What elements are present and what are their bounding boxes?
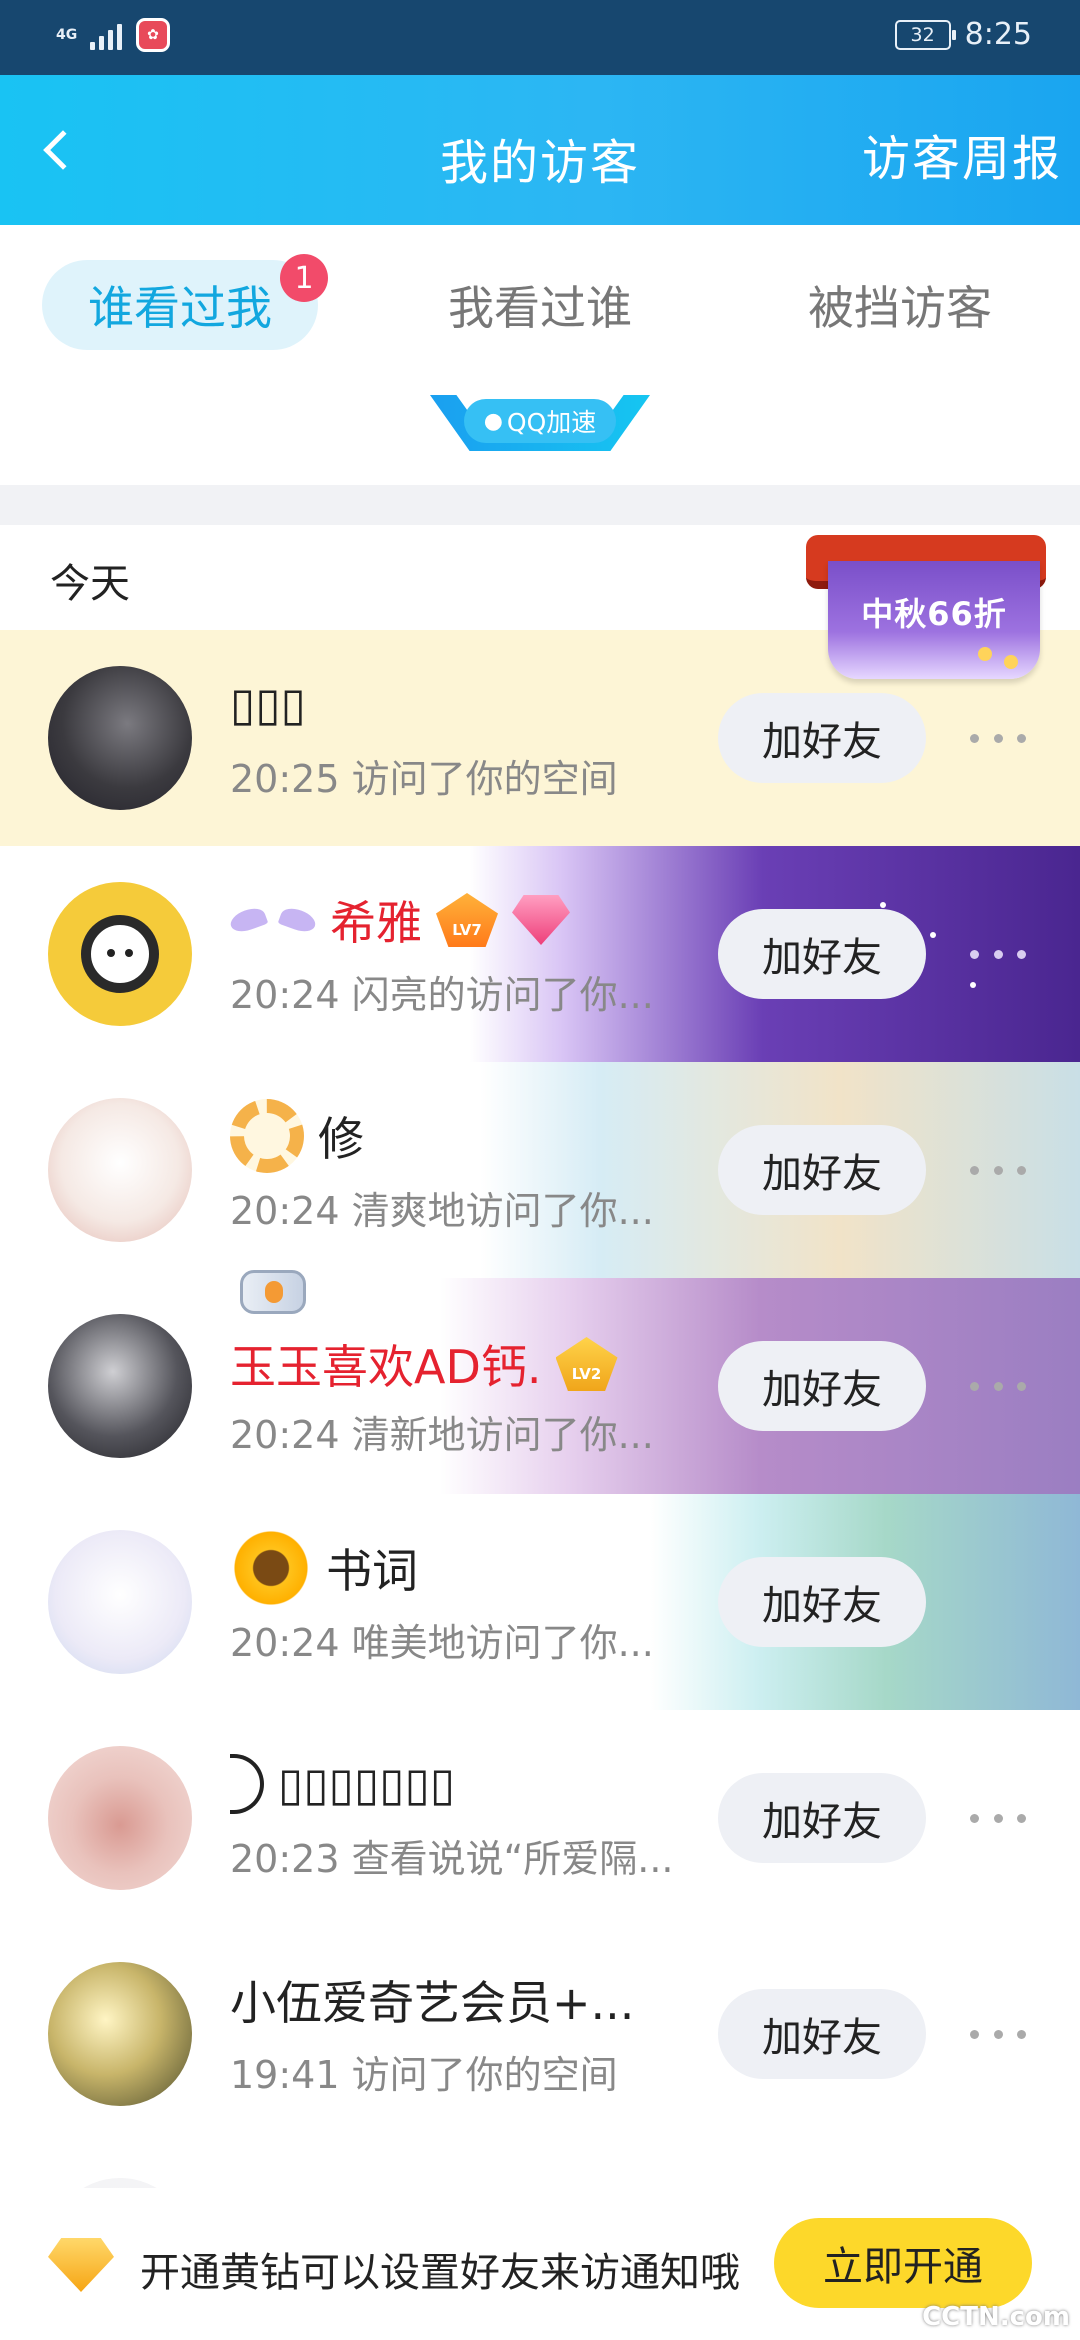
more-options-icon[interactable]	[970, 1798, 1026, 1838]
visitor-row[interactable]: 书词 20:24 唯美地访问了你... 加好友	[0, 1494, 1080, 1710]
cartoon-face-icon	[81, 915, 159, 993]
visitor-list: ▯▯▯ 20:25 访问了你的空间 加好友 希雅 LV7 20:24 闪亮的访问…	[0, 630, 1080, 2332]
tab-label: 被挡访客	[808, 281, 992, 335]
avatar[interactable]	[48, 1746, 192, 1890]
avatar[interactable]	[48, 1098, 192, 1242]
sparkle-icon	[978, 647, 992, 661]
visitor-name-line: 小伍爱奇艺会员+...	[230, 1970, 634, 2030]
visitor-name-line: ▯▯▯	[230, 674, 306, 734]
speed-badge-text: QQ加速	[506, 408, 597, 437]
visitor-name: 书词	[326, 1544, 418, 1598]
tab-label: 谁看过我	[88, 281, 272, 335]
section-title-today: 今天	[50, 561, 130, 607]
avatar[interactable]	[48, 1530, 192, 1674]
avatar[interactable]	[48, 666, 192, 810]
more-options-icon[interactable]	[970, 934, 1026, 974]
open-now-button[interactable]: 立即开通	[774, 2218, 1032, 2308]
promo-card: 中秋66折	[828, 561, 1040, 679]
visitor-name-line: ▯▯▯▯▯▯▯	[230, 1754, 455, 1814]
visitor-row[interactable]: 玉玉喜欢AD钙. LV2 20:24 清新地访问了你... 加好友	[0, 1270, 1080, 1494]
add-friend-button[interactable]: 加好友	[718, 1557, 926, 1647]
more-options-icon[interactable]	[970, 1150, 1026, 1190]
sunflower-icon	[230, 1527, 312, 1609]
avatar[interactable]	[48, 1962, 192, 2106]
signal-icon	[90, 20, 122, 50]
notification-badge: 1	[280, 254, 328, 302]
visitor-name-line: 希雅 LV7	[230, 890, 570, 950]
jar-decoration-icon	[240, 1270, 306, 1314]
add-friend-button[interactable]: 加好友	[718, 1341, 926, 1431]
tab-who-viewed-me[interactable]: 谁看过我 1	[42, 254, 328, 350]
qq-speed-badge[interactable]: ● QQ加速	[430, 395, 650, 451]
crescent-moon-icon	[230, 1754, 264, 1814]
battery-icon: 32	[894, 19, 956, 50]
tab-blocked-visitors[interactable]: 被挡访客	[770, 260, 1030, 350]
visit-info: 20:25 访问了你的空间	[230, 757, 618, 801]
level-badge-icon: LV7	[436, 893, 498, 947]
visitor-name: ▯▯▯▯▯▯▯	[278, 1757, 456, 1811]
promo-text: 中秋66折	[861, 595, 1007, 633]
visitor-row[interactable]: 希雅 LV7 20:24 闪亮的访问了你... 加好友	[0, 846, 1080, 1062]
visit-info: 20:24 清爽地访问了你...	[230, 1189, 654, 1233]
mid-autumn-promo[interactable]: 中秋66折	[806, 525, 1058, 685]
status-time: 8:25	[964, 17, 1032, 52]
penguin-icon: ●	[483, 408, 503, 434]
sparkle-icon	[1004, 655, 1018, 669]
visitor-name: 希雅	[330, 896, 422, 950]
visit-info: 20:24 唯美地访问了你...	[230, 1621, 654, 1665]
section-divider	[0, 485, 1080, 525]
visit-info: 19:41 访问了你的空间	[230, 2053, 618, 2097]
visitor-name: 修	[318, 1112, 364, 1166]
title-bar: 我的访客 访客周报	[0, 75, 1080, 225]
visitor-name-line: 书词	[230, 1527, 418, 1609]
visitor-row[interactable]: ▯▯▯▯▯▯▯ 20:23 查看说说“所爱隔... 加好友	[0, 1710, 1080, 1926]
banner-message: 开通黄钻可以设置好友来访通知哦	[140, 2250, 740, 2296]
visitor-tabs: 谁看过我 1 我看过谁 被挡访客 ● QQ加速	[0, 225, 1080, 485]
vip-gem-icon	[512, 895, 570, 945]
visitor-name: ▯▯▯	[230, 677, 306, 731]
status-bar: 4G ✿ 32 8:25	[0, 0, 1080, 75]
add-friend-button[interactable]: 加好友	[718, 693, 926, 783]
level-badge-icon: LV2	[555, 1337, 618, 1391]
visit-info: 20:23 查看说说“所爱隔...	[230, 1837, 674, 1881]
network-label: 4G	[56, 27, 78, 43]
avatar[interactable]	[48, 882, 192, 1026]
more-options-icon[interactable]	[970, 718, 1026, 758]
yellow-diamond-banner: 开通黄钻可以设置好友来访通知哦 立即开通 CCTN.com	[0, 2188, 1080, 2340]
tab-who-i-viewed[interactable]: 我看过谁	[410, 260, 670, 350]
tab-label: 我看过谁	[448, 281, 632, 335]
status-right: 32 8:25	[894, 17, 1032, 52]
add-friend-button[interactable]: 加好友	[718, 909, 926, 999]
visitor-row[interactable]: 修 20:24 清爽地访问了你... 加好友	[0, 1062, 1080, 1278]
visitor-name: 小伍爱奇艺会员+...	[230, 1976, 635, 2030]
visit-info: 20:24 清新地访问了你...	[230, 1413, 654, 1457]
more-options-icon[interactable]	[970, 1366, 1026, 1406]
wings-decoration-icon	[230, 900, 316, 940]
status-left: 4G ✿	[56, 18, 170, 52]
more-options-icon[interactable]	[970, 2014, 1026, 2054]
add-friend-button[interactable]: 加好友	[718, 1773, 926, 1863]
yellow-diamond-icon	[48, 2238, 114, 2292]
app-notification-icon: ✿	[136, 18, 170, 52]
visitor-name: 玉玉喜欢AD钙.	[230, 1340, 542, 1394]
visitor-row[interactable]: 小伍爱奇艺会员+... 19:41 访问了你的空间 加好友	[0, 1926, 1080, 2142]
visit-info: 20:24 闪亮的访问了你...	[230, 973, 654, 1017]
add-friend-button[interactable]: 加好友	[718, 1989, 926, 2079]
speed-badge-label: ● QQ加速	[464, 399, 616, 443]
weekly-report-link[interactable]: 访客周报	[862, 119, 1062, 189]
float-ring-icon	[230, 1099, 304, 1173]
visitor-name-line: 玉玉喜欢AD钙. LV2	[230, 1334, 618, 1394]
add-friend-button[interactable]: 加好友	[718, 1125, 926, 1215]
avatar[interactable]	[48, 1314, 192, 1458]
visitor-name-line: 修	[230, 1099, 364, 1173]
watermark: CCTN.com	[922, 2302, 1070, 2332]
